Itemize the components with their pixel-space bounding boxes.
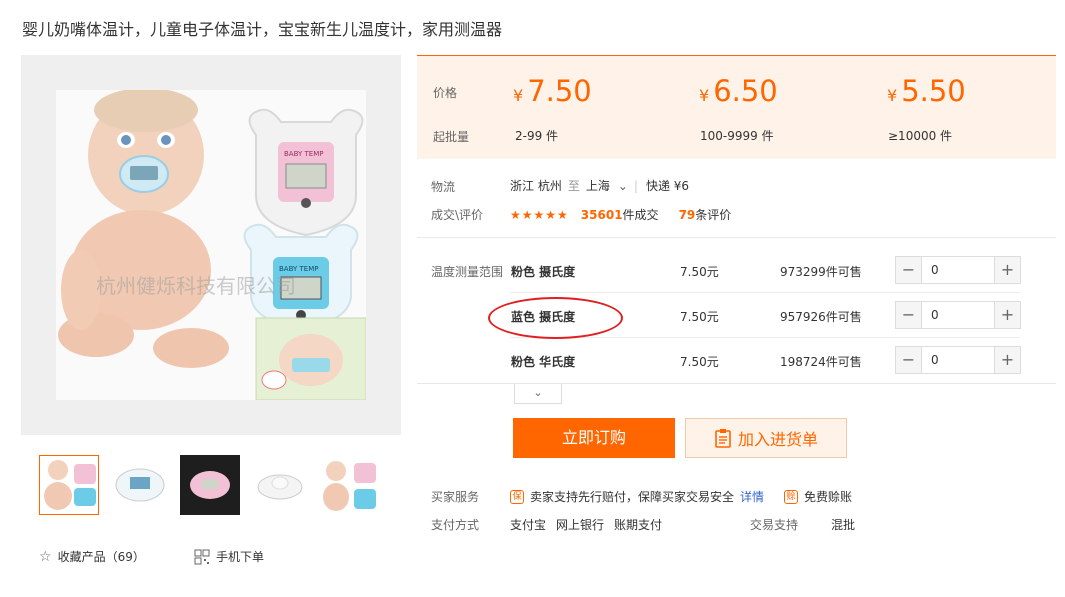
free-credit-text: 免费赊账: [804, 490, 853, 504]
logistics-info: 浙江 杭州 至 上海 ⌄ | 快递 ¥6: [510, 177, 689, 194]
favorite-link[interactable]: ☆ 收藏产品（69）: [39, 548, 145, 565]
currency-symbol: ¥: [699, 86, 710, 105]
currency-symbol: ¥: [887, 86, 898, 105]
add-to-cart-button[interactable]: 加入进货单: [685, 418, 847, 458]
quantity-input[interactable]: [923, 257, 993, 283]
batch-range-2: 100-9999 件: [700, 129, 774, 143]
service-label: 买家服务: [431, 490, 480, 504]
guarantee-text: 卖家支持先行赔付，保障买家交易安全: [530, 490, 735, 504]
minus-button[interactable]: −: [896, 257, 922, 283]
sku-stock: 198724件可售: [780, 355, 862, 369]
thumbnail-pacifier-image: [250, 455, 310, 515]
divider: [417, 383, 1056, 384]
clipboard-icon: [715, 429, 731, 448]
price-value: 6.50: [713, 74, 778, 108]
baby-pacifier-thermometer-photo: BABY TEMP BABY TEMP: [56, 90, 366, 400]
price-value: 5.50: [901, 74, 966, 108]
thumbnail-device-image: [110, 455, 170, 515]
service-info: 保 卖家支持先行赔付，保障买家交易安全 详情 赊 免费赊账: [510, 488, 852, 505]
deals-info: ★★★★★ 35601 件成交 79 条评价: [510, 206, 731, 223]
price-panel: 价格 起批量 ¥7.50 ¥6.50 ¥5.50 2-99 件 100-9999…: [417, 55, 1056, 159]
price-value: 7.50: [527, 74, 592, 108]
quantity-input[interactable]: [923, 347, 993, 373]
add-to-cart-label: 加入进货单: [737, 430, 818, 449]
payment-method: 网上银行: [556, 518, 605, 532]
sku-name: 粉色 华氏度: [511, 355, 576, 369]
chevron-down-icon[interactable]: ⌄: [618, 179, 628, 193]
payment-method: 支付宝: [510, 518, 547, 532]
expand-sku-button[interactable]: ⌄: [514, 384, 562, 404]
batch-label: 起批量: [433, 130, 470, 144]
quantity-stepper: − +: [895, 301, 1021, 329]
quantity-stepper: − +: [895, 346, 1021, 374]
plus-button[interactable]: +: [994, 257, 1020, 283]
deals-label: 成交\评价: [431, 208, 484, 222]
review-count-suffix: 条评价: [695, 208, 732, 222]
shield-icon: 保: [510, 489, 524, 504]
product-title: 婴儿奶嘴体温计，儿童电子体温计，宝宝新生儿温度计，家用测温器: [22, 20, 503, 39]
payment-label: 支付方式: [431, 518, 480, 532]
mobile-order-label: 手机下单: [216, 550, 265, 564]
price-label: 价格: [433, 86, 458, 100]
payment-method: 账期支付: [614, 518, 663, 532]
deal-count-suffix: 件成交: [622, 208, 659, 222]
thumbnail-2[interactable]: [110, 455, 170, 515]
trade-support-label: 交易支持: [750, 518, 799, 532]
trade-support-value: 混批: [831, 518, 856, 532]
thumbnail-4[interactable]: [250, 455, 310, 515]
favorite-label: 收藏产品（69）: [57, 550, 145, 564]
thumbnail-baby-image: [40, 456, 98, 514]
express-fee: 快递 ¥6: [645, 179, 690, 193]
divider: [510, 292, 1020, 293]
price-tier-2: ¥6.50: [699, 74, 778, 108]
minus-button[interactable]: −: [896, 347, 922, 373]
origin-city: 浙江 杭州: [510, 179, 562, 193]
thumbnail-3[interactable]: [180, 455, 240, 515]
highlight-ellipse-annotation: [488, 297, 623, 339]
thumbnail-5[interactable]: [320, 455, 380, 515]
plus-button[interactable]: +: [994, 302, 1020, 328]
chevron-down-icon: ⌄: [533, 386, 543, 399]
sku-price: 7.50元: [680, 310, 719, 324]
quantity-input[interactable]: [923, 302, 993, 328]
sku-price: 7.50元: [680, 355, 719, 369]
thumbnail-dark-image: [180, 455, 240, 515]
thumbnail-strip: [39, 455, 389, 517]
quantity-stepper: − +: [895, 256, 1021, 284]
deal-count[interactable]: 35601: [581, 208, 623, 222]
sku-label: 温度测量范围: [431, 265, 504, 279]
batch-range-1: 2-99 件: [515, 129, 559, 143]
divider: [510, 337, 1020, 338]
review-count[interactable]: 79: [679, 208, 696, 222]
plus-button[interactable]: +: [994, 347, 1020, 373]
buy-now-button[interactable]: 立即订购: [513, 418, 675, 458]
main-product-image: BABY TEMP BABY TEMP 杭州健烁科技有限公司: [21, 55, 401, 435]
batch-range-3: ≥10000 件: [888, 129, 953, 143]
divider: |: [633, 178, 638, 193]
price-tier-1: ¥7.50: [513, 74, 592, 108]
to-word: 至: [567, 179, 580, 193]
svg-text:BABY TEMP: BABY TEMP: [284, 150, 323, 158]
logistics-label: 物流: [431, 180, 456, 194]
qr-code-icon: [194, 549, 210, 564]
sku-stock: 957926件可售: [780, 310, 862, 324]
destination-city-select[interactable]: 上海: [586, 177, 610, 194]
divider: [417, 237, 1056, 238]
sku-name: 粉色 摄氏度: [511, 265, 576, 279]
thumbnail-1[interactable]: [39, 455, 99, 515]
credit-icon: 赊: [784, 489, 799, 504]
minus-button[interactable]: −: [896, 302, 922, 328]
currency-symbol: ¥: [513, 86, 524, 105]
thumbnail-baby-image-2: [320, 455, 380, 515]
rating-stars: ★★★★★: [510, 207, 569, 222]
star-outline-icon: ☆: [39, 548, 52, 565]
price-tier-3: ¥5.50: [887, 74, 966, 108]
detail-link[interactable]: 详情: [740, 488, 764, 505]
sku-price: 7.50元: [680, 265, 719, 279]
watermark-text: 杭州健烁科技有限公司: [96, 274, 296, 298]
mobile-order-link[interactable]: 手机下单: [194, 548, 264, 565]
sku-stock: 973299件可售: [780, 265, 862, 279]
